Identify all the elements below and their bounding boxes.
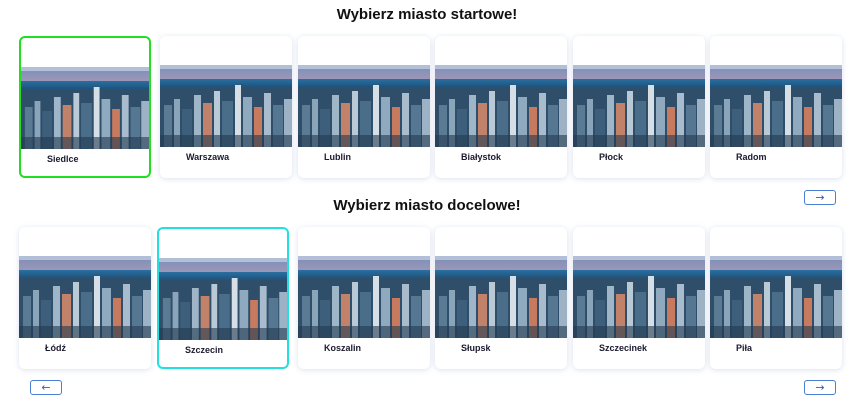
city-image [573, 65, 705, 147]
city-image [159, 258, 287, 340]
city-card-label: Szczecin [185, 345, 224, 355]
city-card-slupsk[interactable]: Słupsk [435, 227, 567, 369]
destination-prev-button[interactable]: ← [30, 380, 62, 395]
destination-city-title: Wybierz miasto docelowe! [333, 197, 521, 214]
city-card-label: Szczecinek [599, 343, 648, 353]
city-image [710, 65, 842, 147]
city-card-lodz[interactable]: Łódź [19, 227, 151, 369]
city-card-koszalin[interactable]: Koszalin [298, 227, 430, 369]
city-card-label: Radom [736, 152, 767, 162]
arrow-right-icon: → [815, 381, 825, 394]
city-image [435, 256, 567, 338]
start-city-title: Wybierz miasto startowe! [336, 6, 518, 23]
city-image [573, 256, 705, 338]
city-card-siedlce[interactable]: Siedlce [19, 36, 151, 178]
city-card-label: Lublin [324, 152, 351, 162]
city-card-lublin[interactable]: Lublin [298, 36, 430, 178]
city-card-szczecin[interactable]: Szczecin [157, 227, 289, 369]
city-card-warszawa[interactable]: Warszawa [160, 36, 292, 178]
city-card-radom[interactable]: Radom [710, 36, 842, 178]
destination-next-button[interactable]: → [804, 380, 836, 395]
arrow-left-icon: ← [41, 381, 51, 394]
city-image [21, 67, 149, 149]
city-image [19, 256, 151, 338]
city-image [298, 256, 430, 338]
city-card-label: Koszalin [324, 343, 362, 353]
city-image [298, 65, 430, 147]
city-card-pila[interactable]: Piła [710, 227, 842, 369]
city-card-label: Piła [736, 343, 753, 353]
city-image [160, 65, 292, 147]
city-card-label: Łódź [45, 343, 66, 353]
city-card-label: Białystok [461, 152, 502, 162]
city-image [435, 65, 567, 147]
city-card-plock[interactable]: Płock [573, 36, 705, 178]
start-city-row: Siedlce Warszawa Lublin Białystok Płock … [0, 36, 854, 178]
city-card-label: Słupsk [461, 343, 491, 353]
city-card-szczecinek[interactable]: Szczecinek [573, 227, 705, 369]
city-image [710, 256, 842, 338]
city-card-label: Warszawa [186, 152, 230, 162]
city-card-label: Siedlce [47, 154, 79, 164]
city-card-label: Płock [599, 152, 624, 162]
destination-city-row: Łódź Szczecin Koszalin Słupsk Szczecinek… [0, 227, 854, 369]
city-card-bialystok[interactable]: Białystok [435, 36, 567, 178]
